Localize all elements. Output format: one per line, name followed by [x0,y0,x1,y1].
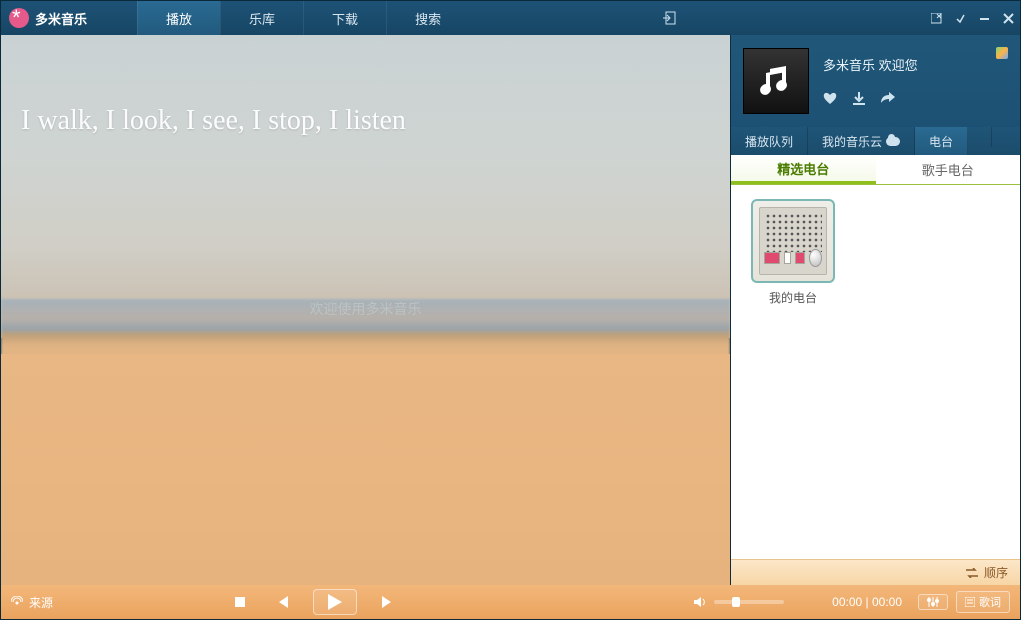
equalizer-icon [927,597,939,607]
restore-icon[interactable] [948,6,972,30]
lyrics-label: 歌词 [979,594,1001,610]
cloud-icon [886,137,900,146]
time-display: 00:00 | 00:00 [832,595,902,609]
radio-thumb [751,199,835,283]
nav-tab-search[interactable]: 搜索 [386,1,469,35]
order-label: 顺序 [984,564,1008,581]
order-icon [966,568,978,578]
radio-subtabs: 精选电台 歌手电台 [731,155,1020,185]
radio-item-myradio[interactable]: 我的电台 [745,199,841,306]
login-icon[interactable] [654,1,684,35]
share-icon[interactable] [881,92,895,108]
play-order-button[interactable]: 顺序 [731,559,1020,585]
volume-slider[interactable] [714,600,784,604]
close-icon[interactable] [996,6,1020,30]
minimize-icon[interactable] [972,6,996,30]
lyrics-icon [965,597,975,607]
motto-text: I walk, I look, I see, I stop, I listen [21,105,406,137]
radio-label: 我的电台 [745,289,841,306]
lyrics-button[interactable]: 歌词 [956,591,1010,613]
app-logo [9,8,29,28]
visual-pane: I walk, I look, I see, I stop, I listen … [1,35,730,585]
compact-icon[interactable] [924,6,948,30]
now-playing: 多米音乐 欢迎您 [731,35,1020,127]
nav-tab-play[interactable]: 播放 [137,1,220,35]
skin-icon[interactable] [996,47,1008,59]
equalizer-button[interactable] [918,594,948,610]
welcome-text: 欢迎使用多米音乐 [1,299,730,319]
greeting-text: 多米音乐 欢迎您 [823,55,982,74]
list-view-icon[interactable] [991,127,1020,147]
music-note-icon [756,61,796,101]
body: I walk, I look, I see, I stop, I listen … [1,35,1020,585]
nav-tab-download[interactable]: 下载 [303,1,386,35]
side-tab-queue[interactable]: 播放队列 [731,127,808,155]
subtab-featured[interactable]: 精选电台 [731,155,876,184]
side-tabs: 播放队列 我的音乐云 电台 [731,127,1020,155]
nav-tabs: 播放 乐库 下载 搜索 [137,1,469,35]
volume-icon [694,596,708,608]
player-bar: 来源 00:00 | 00:00 歌词 [1,585,1020,619]
next-button[interactable] [377,591,399,613]
title-icons [654,1,1020,35]
time-current: 00:00 [832,595,862,609]
radio-list: 我的电台 [731,185,1020,559]
source-button[interactable]: 来源 [11,594,53,611]
play-button[interactable] [313,589,357,615]
prev-button[interactable] [271,591,293,613]
mycloud-label: 我的音乐云 [822,133,882,150]
album-art [743,48,809,114]
stop-button[interactable] [229,591,251,613]
subtab-artist[interactable]: 歌手电台 [876,155,1021,184]
time-total: 00:00 [872,595,902,609]
download-icon[interactable] [853,92,865,108]
favorite-icon[interactable] [823,92,837,108]
sidebar: 多米音乐 欢迎您 播放队列 [730,35,1020,585]
side-tab-mycloud[interactable]: 我的音乐云 [808,127,915,155]
playback-controls [229,589,399,615]
volume-control[interactable] [694,596,784,608]
source-label: 来源 [29,594,53,611]
titlebar: 多米音乐 播放 乐库 下载 搜索 [1,1,1020,35]
nav-tab-library[interactable]: 乐库 [220,1,303,35]
side-tab-radio[interactable]: 电台 [915,127,968,155]
app-title: 多米音乐 [35,9,87,28]
source-icon [11,596,23,608]
